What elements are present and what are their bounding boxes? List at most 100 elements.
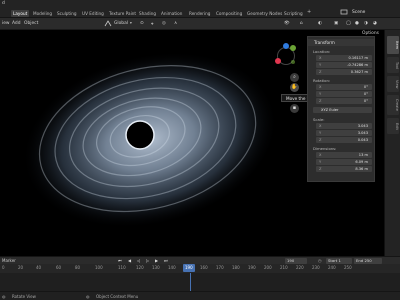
add-workspace-icon[interactable]: +: [307, 9, 311, 15]
rotation-x-field[interactable]: X 0°: [316, 84, 372, 90]
timeline-ruler[interactable]: 0 20 40 60 80 100 110 120 130 140 150 16…: [0, 264, 400, 273]
tick-label: 240: [328, 265, 336, 270]
overlays-icon[interactable]: ◐: [318, 21, 322, 26]
tick-label: 110: [118, 265, 126, 270]
tick-label: 220: [296, 265, 304, 270]
tick-label: 80: [75, 265, 81, 270]
navigation-gizmo[interactable]: [270, 42, 302, 72]
gizmo-x-axis[interactable]: [275, 58, 281, 64]
scene-name[interactable]: Scene: [352, 10, 365, 15]
tick-label: 200: [264, 265, 272, 270]
sidebar-tab-view[interactable]: View: [387, 76, 399, 92]
workspace-tab-animation[interactable]: Animation: [161, 10, 182, 17]
tick-label: 120: [136, 265, 144, 270]
workspace-tab-scripting[interactable]: Scripting: [284, 10, 303, 17]
scale-y-field[interactable]: Y 3.043: [316, 130, 372, 136]
menu-add[interactable]: Add: [12, 21, 21, 26]
transform-orientation-select[interactable]: Global: [114, 21, 128, 26]
viewport-gizmo-icon[interactable]: ⌂: [300, 21, 303, 26]
timeline-body[interactable]: [0, 273, 400, 291]
tick-label: 210: [280, 265, 288, 270]
rotation-z-field[interactable]: Z 0°: [316, 98, 372, 104]
menu-item-edit[interactable]: d: [2, 1, 5, 6]
location-label: Location:: [313, 49, 331, 54]
play-icon[interactable]: ▷: [146, 258, 149, 263]
workspace-tab-shading[interactable]: Shading: [139, 10, 156, 17]
workspace-tab-layout[interactable]: Layout: [11, 10, 30, 17]
scale-x-field[interactable]: X 3.043: [316, 123, 372, 129]
dimensions-x-field[interactable]: X 13 m: [316, 152, 372, 158]
tick-label: 140: [168, 265, 176, 270]
preview-range-icon[interactable]: ◷: [318, 258, 322, 263]
pivot-point-icon[interactable]: ⊙: [140, 21, 144, 26]
scale-z-field[interactable]: Z 0.043: [316, 137, 372, 143]
workspace-tab-sculpting[interactable]: Sculpting: [57, 10, 77, 17]
tick-label: 0: [2, 265, 5, 270]
location-z-field[interactable]: Z 0.3627 m: [316, 69, 372, 75]
proportional-edit-icon[interactable]: ◎: [162, 21, 166, 26]
workspace-tab-texture-paint[interactable]: Texture Paint: [109, 10, 136, 17]
tick-label: 230: [312, 265, 320, 270]
snap-icon[interactable]: ⌖: [151, 21, 153, 27]
shading-wireframe-icon[interactable]: ◯: [346, 21, 351, 26]
tick-label: 250: [344, 265, 352, 270]
workspace-tab-geometry-nodes[interactable]: Geometry Nodes: [247, 10, 282, 17]
rotation-label: Rotation:: [313, 78, 331, 83]
transform-orientation-icon[interactable]: [104, 20, 112, 27]
tick-label: 160: [200, 265, 208, 270]
shading-solid-icon[interactable]: ●: [355, 21, 359, 26]
mouse-right-icon: ◍: [86, 294, 90, 299]
status-bar: ◍ Rotate View ◍ Object Context Menu: [0, 291, 400, 300]
dimensions-z-field[interactable]: Z 8.36 m: [316, 166, 372, 172]
rotation-y-field[interactable]: Y 0°: [316, 91, 372, 97]
tick-label: 130: [152, 265, 160, 270]
marker-menu[interactable]: Marker: [2, 258, 16, 263]
tick-label: 170: [216, 265, 224, 270]
sidebar-tab-tool[interactable]: Tool: [387, 57, 399, 73]
gizmo-y-axis[interactable]: [290, 45, 296, 51]
menu-view[interactable]: iew: [2, 21, 10, 26]
menu-object[interactable]: Object: [24, 21, 38, 26]
workspace-tab-uv-editing[interactable]: UV Editing: [82, 10, 104, 17]
chevron-down-icon[interactable]: ▾: [130, 21, 132, 25]
workspace-tab-modeling[interactable]: Modeling: [33, 10, 52, 17]
dimensions-label: Dimensions:: [313, 146, 337, 151]
camera-view-icon[interactable]: ▪: [290, 104, 299, 113]
sidebar-transform-panel: Transform Location: X 0.16117 m Y -0.74286…: [307, 36, 375, 182]
playhead-line: [190, 273, 191, 291]
shading-material-icon[interactable]: ◑: [364, 21, 368, 26]
gizmo-z-axis[interactable]: [283, 43, 289, 49]
shading-rendered-icon[interactable]: ◕: [373, 21, 377, 26]
workspace-tab-rendering[interactable]: Rendering: [189, 10, 210, 17]
play-reverse-icon[interactable]: ◁: [137, 258, 140, 263]
tick-label: 190: [248, 265, 256, 270]
workspace-tab-compositing[interactable]: Compositing: [216, 10, 242, 17]
visibility-icon[interactable]: 👁: [284, 21, 290, 26]
prev-keyframe-icon[interactable]: ◀: [128, 258, 131, 263]
dimensions-y-field[interactable]: Y 6.09 m: [316, 159, 372, 165]
tick-label: 180: [232, 265, 240, 270]
tick-label: 100: [95, 265, 103, 270]
location-x-field[interactable]: X 0.16117 m: [316, 55, 372, 61]
status-hint-rotate: Rotate View: [12, 294, 36, 299]
sidebar-tabs: Item Tool View Create Edit: [384, 30, 400, 256]
location-y-field[interactable]: Y -0.74286 m: [316, 62, 372, 68]
sidebar-tab-create[interactable]: Create: [387, 95, 399, 115]
rotation-mode-select[interactable]: XYZ Euler: [313, 107, 372, 113]
transform-panel-header[interactable]: Transform: [308, 39, 374, 46]
viewport-header: iew Add Object Global ▾ ⊙ ⌖ ◎ ∧ 👁 ⌂ ◐ ▣ …: [0, 18, 400, 30]
xray-icon[interactable]: ▣: [334, 21, 338, 26]
jump-end-icon[interactable]: ⏭: [164, 258, 168, 263]
next-keyframe-icon[interactable]: ▶: [155, 258, 158, 263]
pan-hand-icon[interactable]: ✋: [290, 83, 299, 92]
jump-start-icon[interactable]: ⏮: [118, 258, 122, 263]
playhead[interactable]: 190: [183, 264, 195, 272]
zoom-icon[interactable]: ⌕: [290, 73, 299, 82]
sidebar-tab-item[interactable]: Item: [387, 36, 399, 54]
scene-icon[interactable]: [340, 8, 348, 16]
scale-label: Scale:: [313, 117, 325, 122]
falloff-icon[interactable]: ∧: [174, 21, 177, 26]
sidebar-tab-edit[interactable]: Edit: [387, 118, 399, 134]
tick-label: 40: [36, 265, 42, 270]
tick-label: 20: [18, 265, 24, 270]
